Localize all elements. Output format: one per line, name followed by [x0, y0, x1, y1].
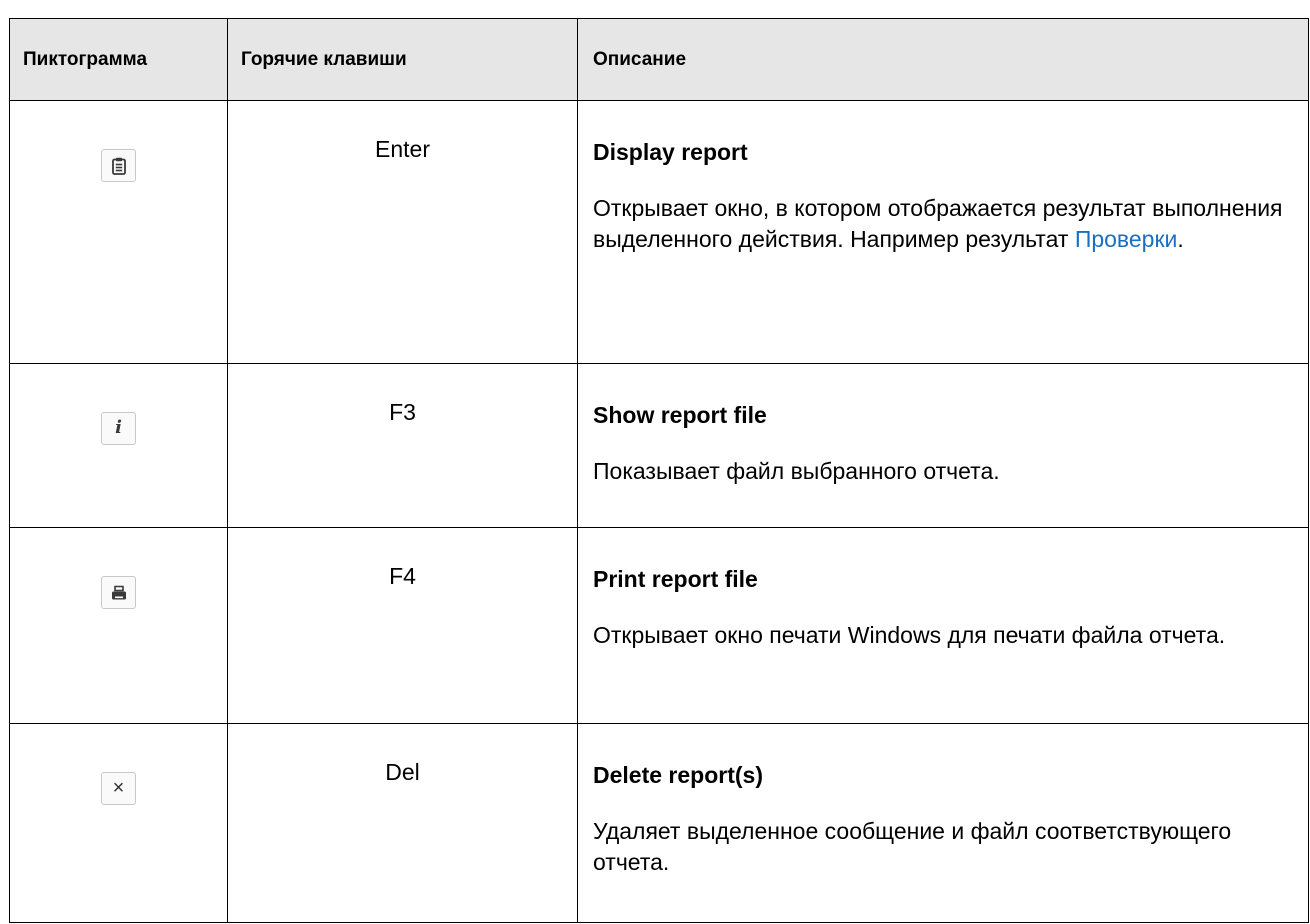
hotkey-label: Del: [385, 759, 420, 785]
icon-cell: i: [9, 363, 228, 528]
description-cell: Delete report(s) Удаляет выделенное сооб…: [577, 723, 1309, 923]
header-icon: Пиктограмма: [9, 18, 228, 101]
printer-icon[interactable]: [101, 576, 136, 609]
check-link[interactable]: Проверки: [1075, 226, 1178, 252]
table-row: × Del Delete report(s) Удаляет выделенно…: [9, 723, 1309, 923]
action-description: Открывает окно, в котором отображается р…: [593, 193, 1298, 255]
hotkey-cell: Del: [227, 723, 578, 923]
table-header-row: Пиктограмма Горячие клавиши Описание: [9, 18, 1309, 101]
close-icon[interactable]: ×: [101, 772, 136, 805]
action-description: Показывает файл выбранного отчета.: [593, 458, 1000, 484]
action-title: Delete report(s): [593, 762, 763, 788]
table-row: i F3 Show report file Показывает файл вы…: [9, 363, 1309, 528]
description-cell: Print report file Открывает окно печати …: [577, 527, 1309, 724]
hotkey-cell: F4: [227, 527, 578, 724]
description-cell: Display report Открывает окно, в котором…: [577, 100, 1309, 364]
header-description: Описание: [577, 18, 1309, 101]
action-title: Display report: [593, 139, 748, 165]
table-row: F4 Print report file Открывает окно печа…: [9, 527, 1309, 724]
table-row: Enter Display report Открывает окно, в к…: [9, 100, 1309, 364]
icon-cell: [9, 100, 228, 364]
header-hotkeys: Горячие клавиши: [227, 18, 578, 101]
hotkey-label: F4: [389, 563, 416, 589]
hotkey-label: F3: [389, 399, 416, 425]
hotkey-label: Enter: [375, 136, 430, 162]
hotkey-cell: Enter: [227, 100, 578, 364]
clipboard-report-icon[interactable]: [101, 149, 136, 182]
info-icon[interactable]: i: [101, 412, 136, 445]
action-title: Print report file: [593, 566, 758, 592]
hotkey-cell: F3: [227, 363, 578, 528]
action-description: Удаляет выделенное сообщение и файл соот…: [593, 818, 1232, 875]
action-title: Show report file: [593, 402, 767, 428]
icon-cell: [9, 527, 228, 724]
action-description: Открывает окно печати Windows для печати…: [593, 622, 1226, 648]
icon-cell: ×: [9, 723, 228, 923]
shortcuts-table: Пиктограмма Горячие клавиши Описание Ent…: [9, 18, 1309, 923]
description-cell: Show report file Показывает файл выбранн…: [577, 363, 1309, 528]
description-text-end: .: [1177, 226, 1184, 252]
